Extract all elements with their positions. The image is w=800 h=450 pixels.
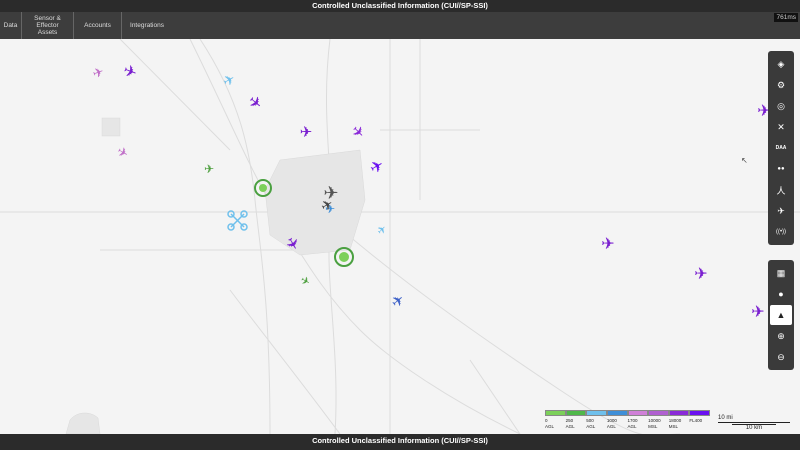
scale-km: 10 km: [732, 424, 776, 432]
legend-label: 0 AGL: [545, 418, 555, 429]
nav-sensor-effector-assets[interactable]: Sensor & Effector Assets: [22, 12, 74, 39]
mouse-cursor-icon: ↖: [741, 156, 748, 165]
legend-swatch: [689, 410, 710, 416]
aircraft-icon: ✈: [374, 222, 390, 238]
aircraft-icon: ✈: [121, 60, 140, 82]
person-icon[interactable]: ⼈: [770, 180, 792, 200]
map-icon[interactable]: ▦: [770, 263, 792, 283]
aircraft-icon: ✈: [387, 290, 408, 312]
legend-label: 500 AGL: [586, 418, 596, 429]
legend-swatch: [565, 410, 587, 416]
helicopter-icon[interactable]: ✈: [770, 201, 792, 221]
daa-icon[interactable]: DAA: [770, 138, 792, 158]
aircraft-icon: ✈: [751, 302, 764, 321]
cui-banner-top: Controlled Unclassified Information (CUI…: [0, 0, 800, 12]
aircraft-icon: ✈: [347, 121, 369, 143]
aircraft-icon: ✈: [300, 123, 313, 141]
legend-swatch: [668, 410, 690, 416]
legend-label: 18000 MSL: [668, 418, 682, 429]
broadcast-icon[interactable]: ((•)): [770, 222, 792, 242]
legend-swatch: [648, 410, 669, 416]
binoculars-icon[interactable]: ●●: [770, 159, 792, 179]
tools-icon[interactable]: ✕: [770, 117, 792, 137]
nav-accounts[interactable]: Accounts: [74, 12, 122, 39]
basemap: ✈ ✈ ✈ ✈ ✈ ✈ ✈ ✈ ✈ ✈ ✈ ✈ ✈ ✈ ✈ ✈ ✈ ✈ ✈ ✈: [0, 39, 800, 434]
cui-banner-bottom: Controlled Unclassified Information (CUI…: [0, 434, 800, 450]
aircraft-icon: ✈: [204, 162, 214, 176]
aircraft-icon: ✈: [298, 273, 312, 289]
legend-label: 250 AGL: [565, 418, 575, 429]
legend-label: 1000 AGL: [606, 418, 617, 429]
north-arrow-icon[interactable]: ▲: [770, 305, 792, 325]
scale-miles: 10 mi: [718, 415, 790, 423]
legend-label: 10000 MSL: [648, 418, 661, 429]
aircraft-icon: ✈: [366, 155, 387, 178]
zoom-in-icon[interactable]: ⊕: [770, 326, 792, 346]
map-toolbar-top: ◈ ⚙ ◎ ✕ DAA ●● ⼈ ✈ ((•)): [768, 51, 794, 245]
legend-swatch: [586, 410, 607, 416]
gear-icon[interactable]: ⚙: [770, 75, 792, 95]
map-view[interactable]: ✈ ✈ ✈ ✈ ✈ ✈ ✈ ✈ ✈ ✈ ✈ ✈ ✈ ✈ ✈ ✈ ✈ ✈ ✈ ✈: [0, 39, 800, 434]
zoom-out-icon[interactable]: ⊖: [770, 347, 792, 367]
top-navbar: Data Sensor & Effector Assets Accounts I…: [0, 12, 800, 39]
nav-data[interactable]: Data: [0, 12, 22, 39]
legend-swatch: [545, 410, 566, 416]
aircraft-icon: ✈: [114, 144, 131, 162]
target-icon[interactable]: ◎: [770, 96, 792, 116]
legend-label: FL400: [689, 418, 703, 423]
legend-color-bar: [545, 410, 710, 416]
altitude-legend: 0 AGL 250 AGL 500 AGL 1000 AGL 1700 AGL 10000…: [545, 410, 710, 430]
nav-integrations[interactable]: Integrations: [122, 12, 172, 39]
aircraft-icon: ✈: [220, 71, 238, 91]
map-toolbar-bottom: ▦ ● ▲ ⊕ ⊖: [768, 260, 794, 370]
aircraft-icon: ✈: [601, 234, 614, 253]
aircraft-icon: ✈: [694, 264, 707, 283]
aircraft-icon: ✈: [91, 64, 106, 82]
latency-indicator: 761ms: [774, 13, 798, 22]
pin-icon[interactable]: ●: [770, 284, 792, 304]
map-scale: 10 mi 10 km: [718, 415, 790, 432]
aircraft-icon: ✈: [244, 91, 266, 114]
legend-label: 1700 AGL: [627, 418, 638, 429]
legend-swatch: [627, 410, 649, 416]
layers-icon[interactable]: ◈: [770, 54, 792, 74]
legend-swatch: [606, 410, 628, 416]
